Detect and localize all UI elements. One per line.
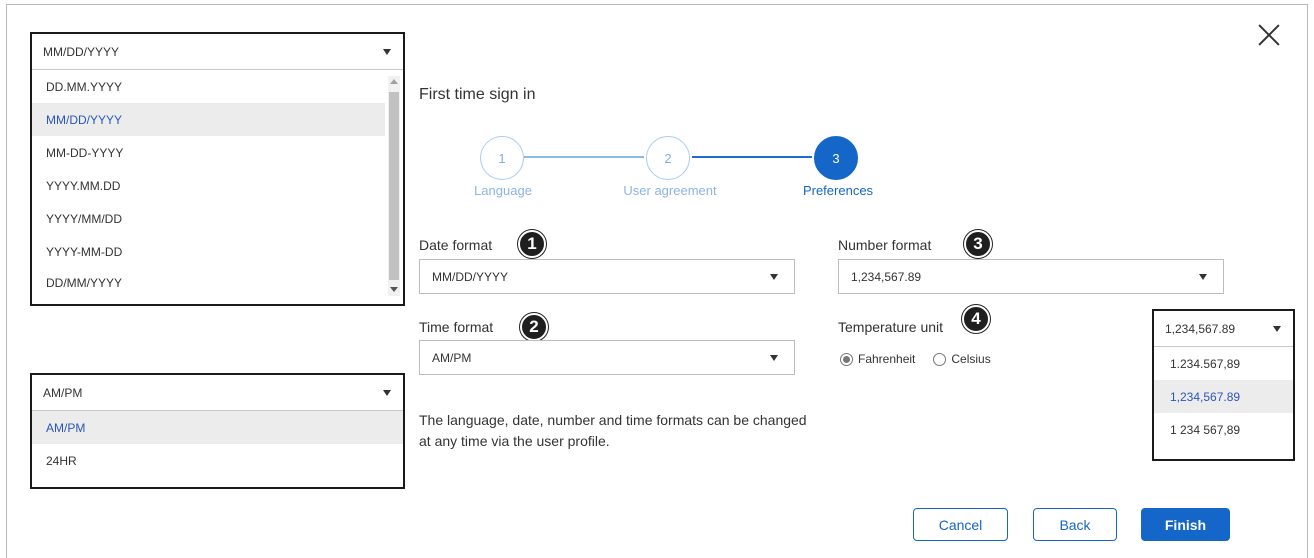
scroll-thumb[interactable] xyxy=(389,92,399,280)
date-option[interactable]: YYYY/MM/DD xyxy=(32,202,385,235)
radio-celsius[interactable]: Celsius xyxy=(933,352,991,366)
date-dropdown-list: DD.MM.YYYY MM/DD/YYYY MM-DD-YYYY YYYY.MM… xyxy=(32,70,403,298)
step-2-circle[interactable]: 2 xyxy=(646,136,690,180)
step-2-label: User agreement xyxy=(623,183,717,198)
number-format-label: Number format xyxy=(838,237,932,253)
temperature-unit-radio-group: Fahrenheit Celsius xyxy=(840,352,1009,366)
callout-badge-2: 2 xyxy=(520,313,548,341)
radio-celsius-button[interactable] xyxy=(933,352,947,366)
time-option[interactable]: 24HR xyxy=(32,444,403,477)
date-format-select[interactable]: MM/DD/YYYY xyxy=(419,259,795,294)
date-dropdown-header[interactable]: MM/DD/YYYY xyxy=(32,34,403,70)
radio-fahrenheit-label: Fahrenheit xyxy=(858,352,916,366)
cancel-button[interactable]: Cancel xyxy=(913,508,1008,541)
step-1-label: Language xyxy=(474,183,532,198)
time-dropdown-header[interactable]: AM/PM xyxy=(32,375,403,411)
date-format-label: Date format xyxy=(419,237,493,253)
time-option-selected[interactable]: AM/PM xyxy=(32,411,403,444)
number-dropdown-value: 1,234,567.89 xyxy=(1165,321,1236,336)
chevron-down-icon xyxy=(1273,326,1281,332)
date-option[interactable]: MM-DD-YYYY xyxy=(32,136,385,169)
date-dropdown-scrollbar[interactable] xyxy=(388,76,400,296)
time-format-value: AM/PM xyxy=(432,350,472,365)
number-format-select[interactable]: 1,234,567.89 xyxy=(838,259,1224,294)
chevron-down-icon xyxy=(770,355,778,361)
chevron-down-icon xyxy=(1199,274,1207,280)
radio-fahrenheit[interactable]: Fahrenheit xyxy=(840,352,915,366)
time-format-label: Time format xyxy=(419,319,494,335)
time-format-select[interactable]: AM/PM xyxy=(419,340,795,375)
callout-badge-1: 1 xyxy=(518,230,546,258)
scroll-down-icon[interactable] xyxy=(390,287,398,292)
step-3-label: Preferences xyxy=(802,183,874,198)
date-option[interactable]: YYYY-MM-DD xyxy=(32,235,385,268)
time-dropdown-value: AM/PM xyxy=(43,385,83,400)
number-option[interactable]: 1 234 567,89 xyxy=(1154,413,1293,446)
temperature-unit-label: Temperature unit xyxy=(838,319,944,335)
back-button[interactable]: Back xyxy=(1033,508,1117,541)
chevron-down-icon xyxy=(383,390,391,396)
number-format-value: 1,234,567.89 xyxy=(851,269,922,284)
date-option[interactable]: DD.MM.YYYY xyxy=(32,70,385,103)
step-1-circle[interactable]: 1 xyxy=(480,136,524,180)
date-dropdown-value: MM/DD/YYYY xyxy=(43,44,120,59)
time-format-dropdown-panel: AM/PM AM/PM 24HR xyxy=(30,373,405,489)
number-option-selected[interactable]: 1,234,567.89 xyxy=(1154,380,1293,413)
callout-badge-3: 3 xyxy=(964,230,992,258)
dialog-title: First time sign in xyxy=(419,86,536,103)
radio-celsius-label: Celsius xyxy=(951,352,991,366)
date-option[interactable]: DD/MM/YYYY xyxy=(32,268,385,298)
chevron-down-icon xyxy=(383,49,391,55)
stepper-connector-2 xyxy=(692,156,812,158)
number-dropdown-header[interactable]: 1,234,567.89 xyxy=(1154,311,1293,347)
number-format-dropdown-panel: 1,234,567.89 1.234.567,89 1,234,567.89 1… xyxy=(1152,309,1295,461)
chevron-down-icon xyxy=(770,274,778,280)
close-icon[interactable] xyxy=(1256,22,1282,48)
date-option-selected[interactable]: MM/DD/YYYY xyxy=(32,103,385,136)
number-option[interactable]: 1.234.567,89 xyxy=(1154,347,1293,380)
stepper-connector-1 xyxy=(524,156,644,158)
date-option[interactable]: YYYY.MM.DD xyxy=(32,169,385,202)
date-format-dropdown-panel: MM/DD/YYYY DD.MM.YYYY MM/DD/YYYY MM-DD-Y… xyxy=(30,32,405,306)
callout-badge-4: 4 xyxy=(962,305,990,333)
date-format-value: MM/DD/YYYY xyxy=(432,269,509,284)
radio-fahrenheit-button[interactable] xyxy=(840,352,853,366)
finish-button[interactable]: Finish xyxy=(1141,508,1230,541)
step-3-circle[interactable]: 3 xyxy=(814,136,858,180)
scroll-up-icon[interactable] xyxy=(390,79,398,84)
info-note: The language, date, number and time form… xyxy=(419,412,807,449)
